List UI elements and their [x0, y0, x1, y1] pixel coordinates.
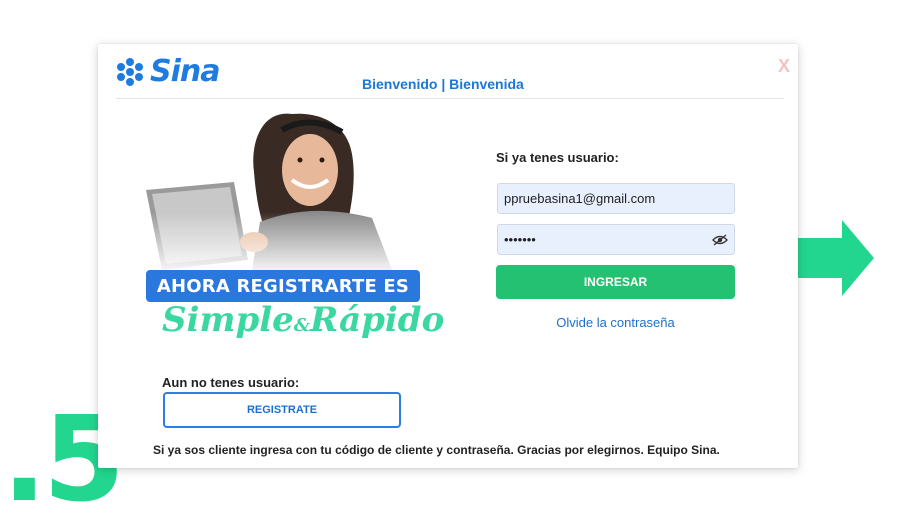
forgot-password-link[interactable]: Olvide la contraseña [496, 315, 735, 330]
password-value[interactable]: ••••••• [504, 232, 712, 247]
register-button[interactable]: REGISTRATE [163, 392, 401, 428]
promo-script-text: Simple&Rápido [162, 300, 444, 340]
arrow-right-icon [798, 220, 874, 296]
logo-wordmark: Sina [150, 54, 220, 89]
footer-note: Si ya sos cliente ingresa con tu código … [153, 443, 720, 457]
email-value[interactable]: ppruebasina1@gmail.com [504, 191, 728, 206]
login-label: Si ya tenes usuario: [496, 150, 619, 165]
sina-logo: Sina [114, 54, 220, 89]
login-modal: Sina X Bienvenido | Bienvenida AHORA REG… [98, 44, 798, 468]
close-button[interactable]: X [778, 56, 790, 76]
modal-title: Bienvenido | Bienvenida [362, 76, 524, 92]
header-divider [116, 98, 784, 99]
logo-flower-icon [117, 57, 143, 86]
promo-script-rapido: Rápido [310, 300, 445, 340]
promo-banner: AHORA REGISTRARTE ES [146, 270, 420, 302]
promo-image: AHORA REGISTRARTE ES Simple&Rápido [142, 102, 444, 352]
email-field[interactable]: ppruebasina1@gmail.com [497, 183, 735, 214]
register-label: Aun no tenes usuario: [162, 375, 300, 390]
promo-script-simple: Simple [162, 300, 294, 340]
login-button[interactable]: INGRESAR [496, 265, 735, 299]
password-field[interactable]: ••••••• [497, 224, 735, 255]
woman-laptop-photo [142, 113, 432, 270]
promo-script-amp: & [293, 315, 311, 336]
eye-icon[interactable] [712, 234, 728, 246]
